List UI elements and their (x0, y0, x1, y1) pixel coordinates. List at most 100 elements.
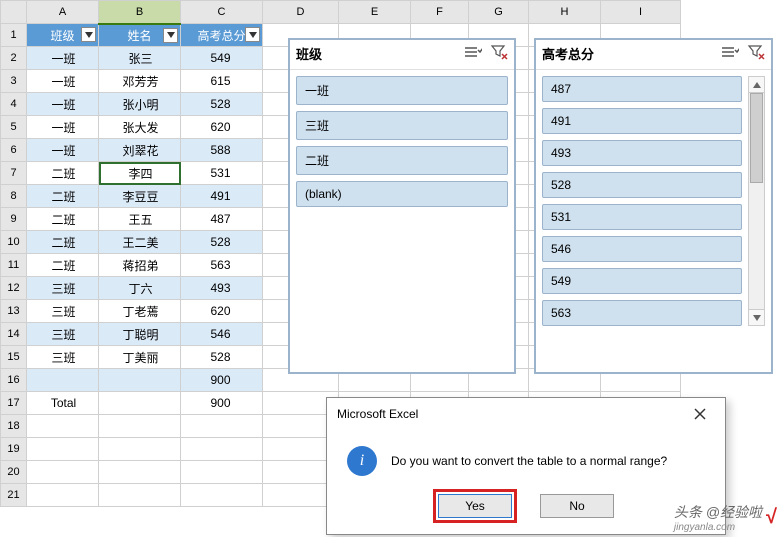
row-header-9[interactable]: 9 (1, 208, 27, 231)
col-header-F[interactable]: F (411, 1, 469, 24)
cell-name[interactable]: 王二美 (99, 231, 181, 254)
cell-score[interactable]: 588 (181, 139, 263, 162)
slicer-item[interactable]: (blank) (296, 181, 508, 207)
cell-score[interactable]: 491 (181, 185, 263, 208)
cell[interactable] (181, 461, 263, 484)
cell-score[interactable]: 487 (181, 208, 263, 231)
table-header[interactable]: 班级 (27, 24, 99, 47)
cell-class[interactable]: 三班 (27, 277, 99, 300)
row-header-4[interactable]: 4 (1, 93, 27, 116)
cell[interactable] (181, 484, 263, 507)
table-header[interactable]: 高考总分 (181, 24, 263, 47)
row-header-6[interactable]: 6 (1, 139, 27, 162)
col-header-I[interactable]: I (601, 1, 681, 24)
cell-class[interactable]: 二班 (27, 162, 99, 185)
cell[interactable] (181, 415, 263, 438)
cell-name[interactable]: 丁聪明 (99, 323, 181, 346)
cell[interactable] (99, 369, 181, 392)
cell-class[interactable]: 一班 (27, 47, 99, 70)
cell[interactable] (99, 415, 181, 438)
cell-name[interactable]: 丁美丽 (99, 346, 181, 369)
cell-class[interactable]: 一班 (27, 139, 99, 162)
cell-class[interactable]: 一班 (27, 116, 99, 139)
filter-dropdown-icon[interactable] (81, 27, 96, 42)
cell-total-label[interactable]: Total (27, 392, 99, 415)
cell-score[interactable]: 615 (181, 70, 263, 93)
slicer-item[interactable]: 546 (542, 236, 742, 262)
row-header-8[interactable]: 8 (1, 185, 27, 208)
cell[interactable] (99, 484, 181, 507)
scroll-thumb[interactable] (750, 93, 763, 183)
slicer-item[interactable]: 528 (542, 172, 742, 198)
col-header-H[interactable]: H (529, 1, 601, 24)
row-header-7[interactable]: 7 (1, 162, 27, 185)
cell-score[interactable]: 528 (181, 231, 263, 254)
select-all-cell[interactable] (1, 1, 27, 24)
multiselect-icon[interactable] (464, 44, 482, 63)
cell-class[interactable]: 一班 (27, 93, 99, 116)
cell-score[interactable]: 493 (181, 277, 263, 300)
col-header-C[interactable]: C (181, 1, 263, 24)
row-header-20[interactable]: 20 (1, 461, 27, 484)
slicer-item[interactable]: 487 (542, 76, 742, 102)
cell-class[interactable]: 二班 (27, 185, 99, 208)
row-header-16[interactable]: 16 (1, 369, 27, 392)
cell-subtotal[interactable]: 900 (181, 369, 263, 392)
row-header-13[interactable]: 13 (1, 300, 27, 323)
cell-score[interactable]: 549 (181, 47, 263, 70)
cell-class[interactable]: 三班 (27, 323, 99, 346)
cell-name[interactable]: 张三 (99, 47, 181, 70)
row-header-21[interactable]: 21 (1, 484, 27, 507)
slicer-item[interactable]: 493 (542, 140, 742, 166)
row-header-14[interactable]: 14 (1, 323, 27, 346)
row-header-10[interactable]: 10 (1, 231, 27, 254)
col-header-D[interactable]: D (263, 1, 339, 24)
cell-score[interactable]: 531 (181, 162, 263, 185)
slicer-scrollbar[interactable] (748, 76, 765, 326)
scroll-down-icon[interactable] (749, 309, 764, 325)
cell-name[interactable]: 丁老蔫 (99, 300, 181, 323)
cell[interactable] (181, 438, 263, 461)
cell-score[interactable]: 563 (181, 254, 263, 277)
clear-filter-icon[interactable] (747, 44, 765, 63)
cell-name[interactable]: 李豆豆 (99, 185, 181, 208)
cell-class[interactable]: 三班 (27, 300, 99, 323)
cell-class[interactable]: 一班 (27, 70, 99, 93)
cell[interactable] (99, 438, 181, 461)
cell-name[interactable]: 李四 (99, 162, 181, 185)
cell[interactable] (99, 392, 181, 415)
clear-filter-icon[interactable] (490, 44, 508, 63)
row-header-17[interactable]: 17 (1, 392, 27, 415)
row-header-12[interactable]: 12 (1, 277, 27, 300)
row-header-1[interactable]: 1 (1, 24, 27, 47)
cell-name[interactable]: 邓芳芳 (99, 70, 181, 93)
slicer-item[interactable]: 531 (542, 204, 742, 230)
cell[interactable] (27, 461, 99, 484)
cell[interactable] (27, 369, 99, 392)
row-header-5[interactable]: 5 (1, 116, 27, 139)
cell-class[interactable]: 二班 (27, 208, 99, 231)
table-header[interactable]: 姓名 (99, 24, 181, 47)
col-header-B[interactable]: B (99, 1, 181, 24)
filter-dropdown-icon[interactable] (163, 28, 178, 43)
cell[interactable] (27, 438, 99, 461)
cell[interactable] (99, 461, 181, 484)
slicer-item[interactable]: 一班 (296, 76, 508, 105)
slicer-item[interactable]: 三班 (296, 111, 508, 140)
row-header-11[interactable]: 11 (1, 254, 27, 277)
multiselect-icon[interactable] (721, 44, 739, 63)
row-header-18[interactable]: 18 (1, 415, 27, 438)
cell-class[interactable]: 二班 (27, 254, 99, 277)
cell-name[interactable]: 刘翠花 (99, 139, 181, 162)
col-header-A[interactable]: A (27, 1, 99, 24)
cell[interactable] (27, 415, 99, 438)
cell-score[interactable]: 546 (181, 323, 263, 346)
cell-total-value[interactable]: 900 (181, 392, 263, 415)
cell-name[interactable]: 张小明 (99, 93, 181, 116)
cell-score[interactable]: 528 (181, 93, 263, 116)
cell-score[interactable]: 528 (181, 346, 263, 369)
cell-class[interactable]: 二班 (27, 231, 99, 254)
slicer-item[interactable]: 549 (542, 268, 742, 294)
slicer-item[interactable]: 563 (542, 300, 742, 326)
slicer-item[interactable]: 二班 (296, 146, 508, 175)
